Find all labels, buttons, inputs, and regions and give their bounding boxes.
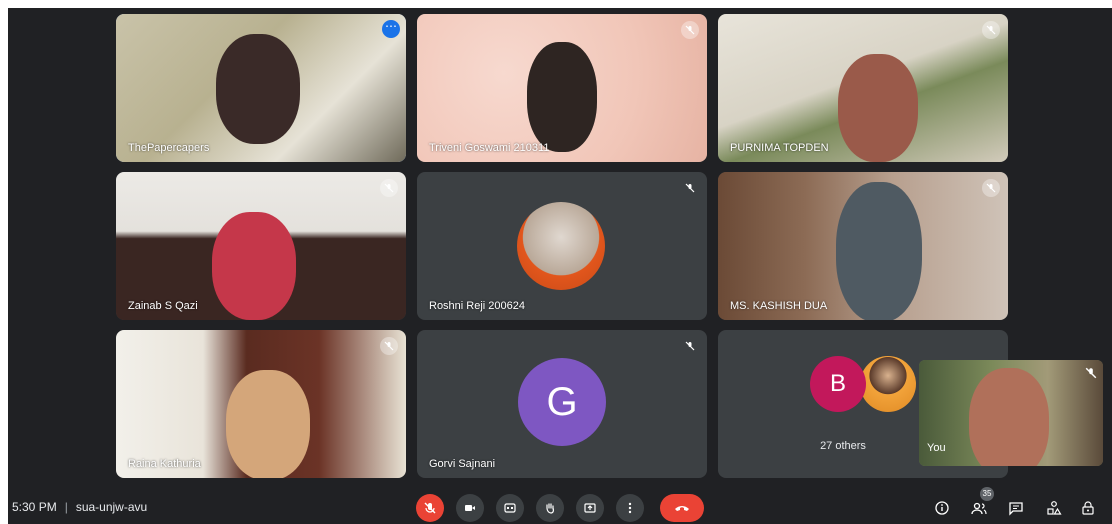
self-view[interactable]: You bbox=[919, 360, 1103, 466]
end-call-icon bbox=[675, 506, 689, 511]
participant-tile[interactable]: MS. KASHISH DUA bbox=[718, 172, 1008, 320]
person-silhouette bbox=[527, 42, 597, 152]
person-silhouette bbox=[969, 368, 1049, 466]
meet-window: ⋯ ThePapercapers Triveni Goswami 210311 … bbox=[8, 8, 1112, 524]
profile-photo bbox=[517, 202, 605, 290]
mic-off-icon bbox=[380, 337, 398, 355]
more-options-button[interactable] bbox=[616, 494, 644, 522]
mic-off-icon bbox=[681, 21, 699, 39]
activities-button[interactable] bbox=[1044, 498, 1064, 518]
self-label: You bbox=[927, 442, 946, 454]
person-silhouette bbox=[836, 182, 922, 320]
participant-name: Roshni Reji 200624 bbox=[429, 300, 526, 312]
mic-off-icon bbox=[681, 337, 699, 355]
avatar-initial: B bbox=[829, 370, 846, 397]
mic-off-icon bbox=[380, 179, 398, 197]
camera-icon bbox=[465, 505, 475, 511]
participant-tile[interactable]: Raina Kathuria bbox=[116, 330, 406, 478]
mic-off-icon bbox=[982, 179, 1000, 197]
person-silhouette bbox=[838, 54, 918, 162]
camera-toggle-button[interactable] bbox=[456, 494, 484, 522]
participant-name: ThePapercapers bbox=[128, 142, 210, 154]
host-controls-icon bbox=[1082, 501, 1094, 515]
meeting-code: sua-unjw-avu bbox=[75, 500, 148, 514]
participant-name: PURNIMA TOPDEN bbox=[730, 142, 829, 154]
raise-hand-button[interactable] bbox=[536, 494, 564, 522]
participant-tile[interactable]: ⋯ ThePapercapers bbox=[116, 14, 406, 162]
captions-button[interactable] bbox=[496, 494, 524, 522]
present-button[interactable] bbox=[576, 494, 604, 522]
people-icon bbox=[971, 502, 987, 515]
meeting-time: 5:30 PM bbox=[12, 500, 57, 514]
activities-icon bbox=[1047, 501, 1062, 515]
host-controls-button[interactable] bbox=[1078, 498, 1098, 518]
participant-name: Gorvi Sajnani bbox=[429, 458, 496, 470]
separator: | bbox=[64, 500, 68, 514]
participant-name: Triveni Goswami 210311 bbox=[429, 142, 550, 154]
avatar-initial: G bbox=[546, 379, 578, 424]
avatar: B bbox=[810, 356, 866, 412]
participant-tile[interactable]: Roshni Reji 200624 bbox=[417, 172, 707, 320]
end-call-button[interactable] bbox=[660, 494, 704, 522]
participant-name: Zainab S Qazi bbox=[128, 300, 198, 312]
raise-hand-icon bbox=[546, 503, 554, 514]
participant-tile[interactable]: Zainab S Qazi bbox=[116, 172, 406, 320]
present-icon bbox=[584, 503, 596, 513]
bottom-bar: 5:30 PM | sua-unjw-avu bbox=[8, 486, 1112, 524]
person-silhouette bbox=[212, 212, 296, 320]
people-button[interactable] bbox=[969, 498, 989, 518]
mic-off-icon bbox=[982, 21, 1000, 39]
person-silhouette bbox=[216, 34, 300, 144]
avatar: G bbox=[518, 358, 606, 446]
mic-off-icon bbox=[1085, 366, 1097, 379]
meeting-info: 5:30 PM | sua-unjw-avu bbox=[12, 500, 147, 514]
participant-grid: ⋯ ThePapercapers Triveni Goswami 210311 … bbox=[116, 14, 1010, 478]
people-count-badge: 35 bbox=[980, 487, 994, 501]
more-options-icon[interactable]: ⋯ bbox=[382, 20, 400, 38]
profile-photo bbox=[860, 356, 916, 412]
participant-tile[interactable]: Triveni Goswami 210311 bbox=[417, 14, 707, 162]
mic-off-icon bbox=[681, 179, 699, 197]
info-icon bbox=[935, 501, 949, 515]
mic-toggle-button[interactable] bbox=[416, 494, 444, 522]
participant-tile[interactable]: G Gorvi Sajnani bbox=[417, 330, 707, 478]
chat-icon bbox=[1009, 502, 1023, 516]
mic-off-icon bbox=[424, 502, 436, 514]
captions-icon bbox=[504, 503, 516, 513]
participant-tile[interactable]: PURNIMA TOPDEN bbox=[718, 14, 1008, 162]
participant-name: MS. KASHISH DUA bbox=[730, 300, 828, 312]
more-options-icon bbox=[628, 502, 632, 514]
meeting-details-button[interactable] bbox=[932, 498, 952, 518]
participant-name: Raina Kathuria bbox=[128, 458, 201, 470]
person-silhouette bbox=[226, 370, 310, 478]
chat-button[interactable] bbox=[1006, 498, 1026, 518]
